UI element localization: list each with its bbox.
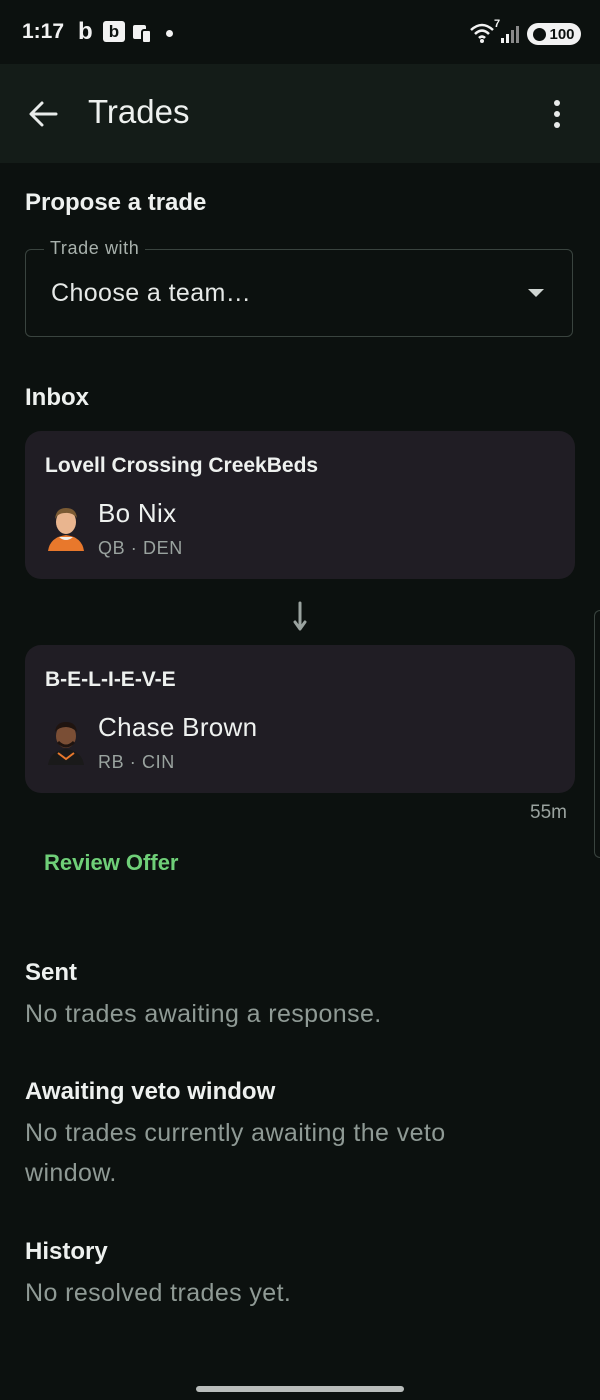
gesture-nav-handle[interactable] [196,1386,404,1392]
arrow-down-icon [293,601,307,631]
history-empty-text: No resolved trades yet. [25,1279,292,1307]
arrow-left-icon[interactable] [26,96,62,132]
battery-indicator: 100 [527,23,581,45]
battery-shield-icon [533,27,547,41]
inbox-heading: Inbox [25,384,89,411]
to-player-name: Chase Brown [98,712,258,742]
sent-empty-text: No trades awaiting a response. [25,1000,382,1028]
from-player-name: Bo Nix [98,498,177,528]
trade-with-label: Trade with [44,238,146,259]
player-avatar-bo-nix [48,508,84,551]
status-time: 1:17 [22,20,65,43]
review-offer-button[interactable]: Review Offer [44,850,179,876]
wifi-icon [470,23,494,43]
battery-level: 100 [549,25,575,43]
from-team-name: Lovell Crossing CreekBeds [45,454,319,477]
device-icon [133,25,152,44]
status-bar: 1:17 b b 7 100 [0,0,600,64]
scroll-indicator[interactable] [594,610,600,858]
b-app-icon: b [78,18,93,45]
page-title: Trades [88,93,190,130]
veto-empty-text: No trades currently awaiting the veto wi… [25,1119,446,1187]
to-player-position: RB · CIN [98,752,175,772]
player-avatar-chase-brown [48,722,84,765]
history-heading: History [25,1238,108,1265]
caret-down-icon[interactable] [528,289,544,297]
b-box-app-icon: b [103,21,125,42]
more-vertical-icon[interactable] [540,96,574,132]
signal-icon [501,26,519,43]
to-team-name: B-E-L-I-E-V-E [45,668,176,691]
from-player-position: QB · DEN [98,538,183,558]
propose-heading: Propose a trade [25,189,207,216]
notification-dot [166,30,173,37]
sent-heading: Sent [25,959,78,986]
trade-with-value[interactable]: Choose a team… [51,279,251,308]
offer-timestamp: 55m [530,802,567,823]
veto-heading: Awaiting veto window [25,1078,276,1105]
